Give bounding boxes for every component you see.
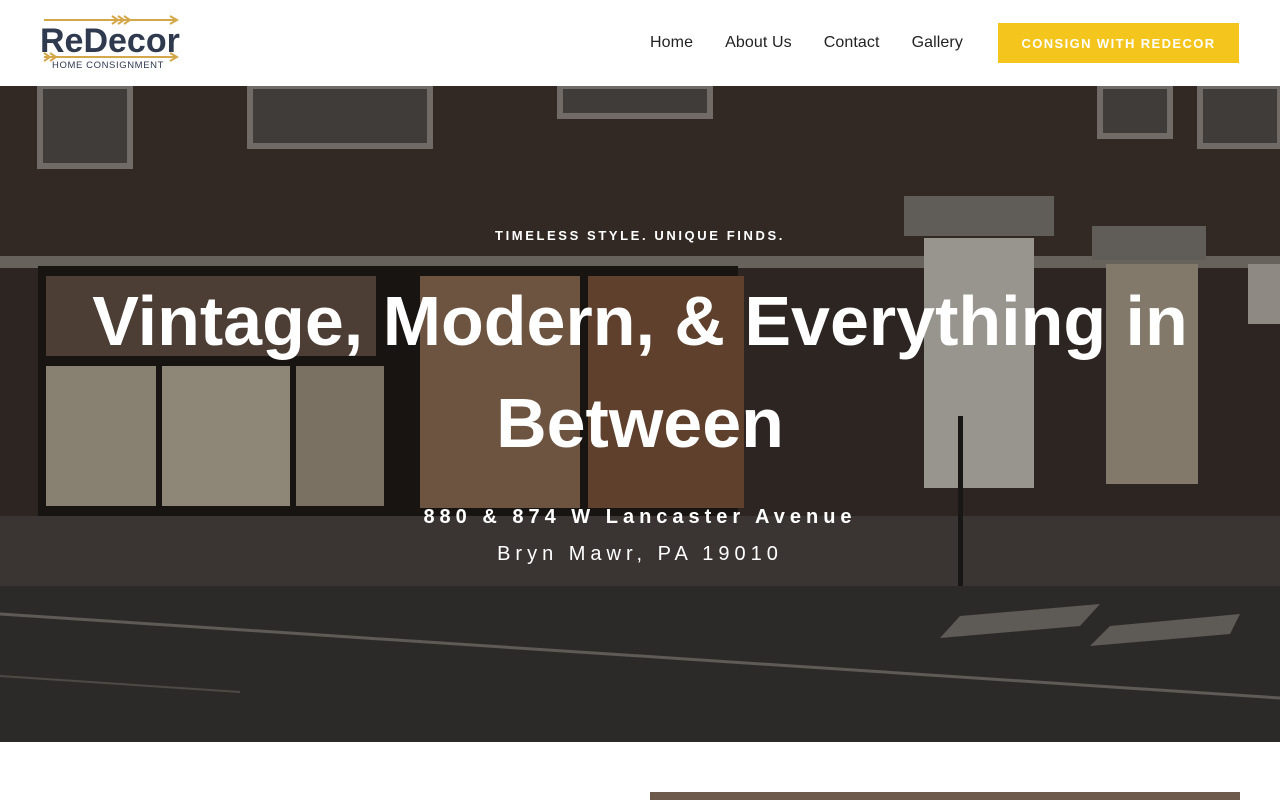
- brand-tagline: HOME CONSIGNMENT: [52, 60, 164, 71]
- hero-eyebrow: TIMELESS STYLE. UNIQUE FINDS.: [495, 228, 785, 243]
- main-nav: Home About Us Contact Gallery: [634, 0, 979, 86]
- hero-address-line2: Bryn Mawr, PA 19010: [497, 543, 783, 565]
- nav-contact[interactable]: Contact: [824, 34, 880, 52]
- nav-gallery[interactable]: Gallery: [912, 34, 963, 52]
- storefront-thumbnail-image: [650, 792, 1240, 800]
- brand-logo[interactable]: ReDecor HOME CONSIGNMENT: [40, 14, 182, 72]
- site-header: ReDecor HOME CONSIGNMENT Home About Us C…: [0, 0, 1280, 86]
- hero-section: TIMELESS STYLE. UNIQUE FINDS. Vintage, M…: [0, 86, 1280, 742]
- consign-button[interactable]: CONSIGN WITH REDECOR: [998, 23, 1239, 63]
- hero-address-line1: 880 & 874 W Lancaster Avenue: [423, 506, 857, 528]
- brand-name: ReDecor: [40, 22, 180, 60]
- logo-graphic: ReDecor HOME CONSIGNMENT: [40, 15, 180, 71]
- hero-title: Vintage, Modern, & Everything in Between: [92, 282, 1188, 462]
- hero-content: TIMELESS STYLE. UNIQUE FINDS. Vintage, M…: [0, 86, 1280, 742]
- nav-about-us[interactable]: About Us: [725, 34, 792, 52]
- nav-home[interactable]: Home: [650, 34, 693, 52]
